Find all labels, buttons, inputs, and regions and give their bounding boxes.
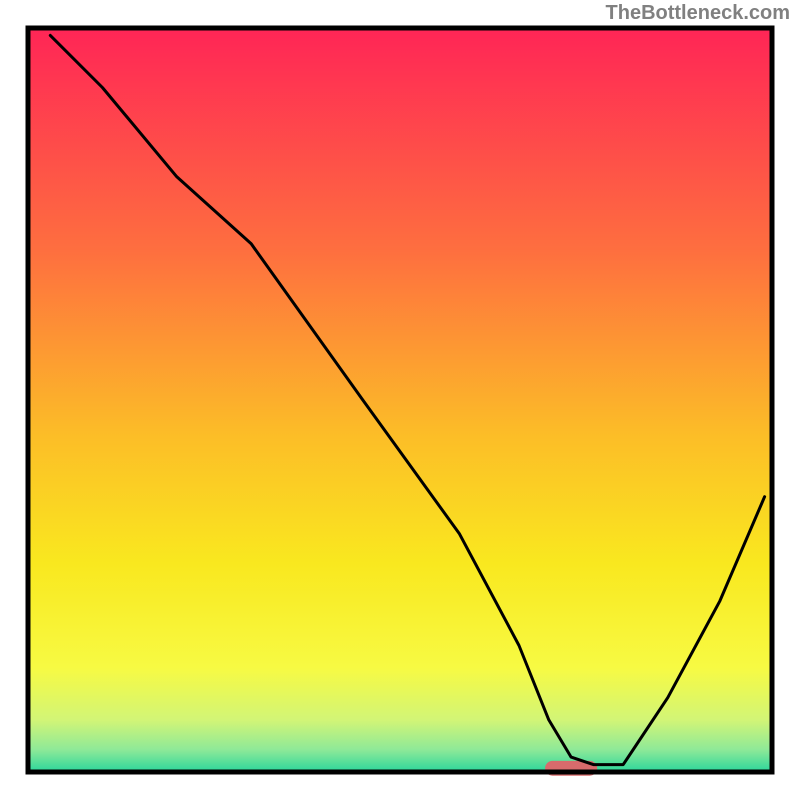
bottleneck-chart: [0, 0, 800, 800]
watermark-text: TheBottleneck.com: [606, 2, 790, 25]
chart-container: TheBottleneck.com: [0, 0, 800, 800]
gradient-background: [28, 28, 772, 772]
